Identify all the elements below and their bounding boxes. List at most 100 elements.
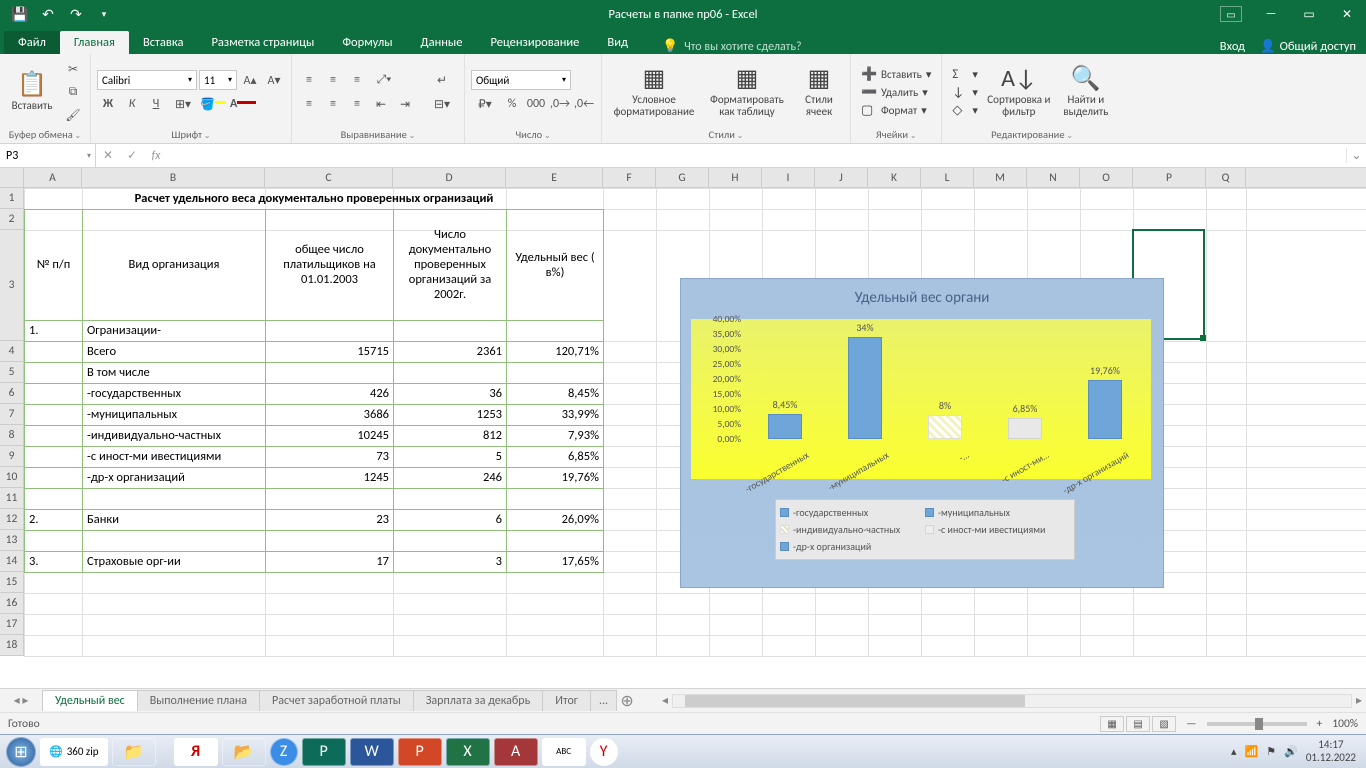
sheet-nav[interactable]: ◂ ▸	[0, 693, 42, 708]
align-bottom-icon[interactable]: ≡	[346, 70, 368, 90]
indent-increase-icon[interactable]: ⇥	[394, 94, 416, 114]
zoom-out-icon[interactable]: —	[1186, 717, 1196, 731]
tray-network-icon[interactable]: 📶	[1245, 745, 1259, 758]
row-header[interactable]: 5	[0, 362, 23, 383]
minimize-icon[interactable]: —	[1252, 0, 1290, 28]
row-header[interactable]: 13	[0, 530, 23, 551]
data-table[interactable]: Расчет удельного веса документально пров…	[24, 188, 604, 573]
ribbon-options-icon[interactable]: ▭	[1220, 6, 1242, 22]
row-header[interactable]: 8	[0, 425, 23, 446]
redo-icon[interactable]: ↷	[64, 3, 88, 25]
column-header[interactable]: B	[82, 168, 265, 187]
orientation-icon[interactable]: ⤢▾	[370, 70, 398, 90]
column-header[interactable]: E	[506, 168, 603, 187]
column-header[interactable]: H	[709, 168, 762, 187]
fx-icon[interactable]: fx	[144, 149, 168, 163]
zoom-slider[interactable]	[1207, 722, 1307, 726]
align-right-icon[interactable]: ≡	[346, 94, 368, 114]
save-icon[interactable]: 💾	[8, 3, 32, 25]
tab-file[interactable]: Файл	[4, 31, 60, 54]
column-header[interactable]: K	[868, 168, 921, 187]
sheet-tab[interactable]: Расчет заработной платы	[259, 690, 414, 711]
decrease-decimal-icon[interactable]: ,0←	[573, 94, 595, 114]
align-left-icon[interactable]: ≡	[298, 94, 320, 114]
fill-color-button[interactable]: 🪣	[199, 94, 227, 114]
taskbar-excel[interactable]: X	[446, 738, 490, 766]
row-header[interactable]: 18	[0, 635, 23, 656]
row-header[interactable]: 17	[0, 614, 23, 635]
restore-icon[interactable]: ▭	[1290, 0, 1328, 28]
column-header[interactable]: P	[1133, 168, 1206, 187]
row-header[interactable]: 6	[0, 383, 23, 404]
column-header[interactable]: Q	[1206, 168, 1246, 187]
cell-styles-button[interactable]: ▦ Стили ячеек	[794, 59, 844, 125]
column-header[interactable]: J	[815, 168, 868, 187]
row-header[interactable]: 2	[0, 209, 23, 230]
taskbar-abc[interactable]: ABC	[542, 738, 586, 766]
start-button[interactable]: ⊞	[6, 737, 36, 767]
sort-filter-button[interactable]: A↓ Сортировка и фильтр	[986, 59, 1052, 125]
tray-sound-icon[interactable]: 🔊	[1284, 745, 1298, 758]
delete-cells-button[interactable]: ➖Удалить ▾	[857, 84, 935, 101]
bold-button[interactable]: Ж	[97, 94, 119, 114]
column-header[interactable]: L	[921, 168, 974, 187]
column-header[interactable]: D	[393, 168, 506, 187]
tray-chevron-icon[interactable]: ▴	[1231, 745, 1237, 758]
tab-view[interactable]: Вид	[593, 31, 642, 54]
taskbar-folder[interactable]: 📂	[222, 738, 266, 766]
indent-decrease-icon[interactable]: ⇤	[370, 94, 392, 114]
expand-formula-bar-icon[interactable]: ⌄	[1346, 148, 1366, 163]
decrease-font-icon[interactable]: A▾	[263, 70, 285, 90]
increase-font-icon[interactable]: A▴	[239, 70, 261, 90]
border-button[interactable]: ⊞▾	[169, 94, 197, 114]
page-break-view-icon[interactable]: ▧	[1152, 716, 1176, 732]
sheet-tab[interactable]: Зарплата за декабрь	[413, 690, 544, 711]
column-header[interactable]: I	[762, 168, 815, 187]
column-header[interactable]: M	[974, 168, 1027, 187]
column-header[interactable]: O	[1080, 168, 1133, 187]
cancel-formula-icon[interactable]: ✕	[96, 148, 120, 163]
row-header[interactable]: 9	[0, 446, 23, 467]
taskbar-yandex[interactable]: Я	[174, 738, 218, 766]
taskbar-ie[interactable]: 🌐360 zip	[40, 738, 108, 766]
cut-icon[interactable]: ✂	[62, 59, 84, 79]
horizontal-scrollbar[interactable]: ◂ ▸	[658, 693, 1366, 708]
row-header[interactable]: 14	[0, 551, 23, 572]
taskbar-word[interactable]: W	[350, 738, 394, 766]
taskbar-publisher[interactable]: P	[302, 738, 346, 766]
row-header[interactable]: 12	[0, 509, 23, 530]
row-header[interactable]: 15	[0, 572, 23, 593]
percent-icon[interactable]: %	[501, 94, 523, 114]
column-header[interactable]: G	[656, 168, 709, 187]
row-header[interactable]: 4	[0, 341, 23, 362]
align-center-icon[interactable]: ≡	[322, 94, 344, 114]
format-cells-button[interactable]: ▢Формат ▾	[857, 102, 935, 119]
tab-data[interactable]: Данные	[407, 31, 477, 54]
sheet-tab-more[interactable]: ...	[590, 690, 617, 711]
taskbar-app1[interactable]: Z	[270, 738, 298, 766]
enter-formula-icon[interactable]: ✓	[120, 148, 144, 163]
underline-button[interactable]: Ч	[145, 94, 167, 114]
wrap-text-icon[interactable]: ↵	[426, 70, 458, 90]
paste-button[interactable]: 📋 Вставить	[6, 59, 58, 125]
column-header[interactable]: A	[24, 168, 82, 187]
fill-button[interactable]: ↓▾	[948, 84, 982, 101]
font-color-button[interactable]: А	[229, 94, 257, 114]
italic-button[interactable]: К	[121, 94, 143, 114]
align-middle-icon[interactable]: ≡	[322, 70, 344, 90]
tell-me-search[interactable]: 💡 Что вы хотите сделать?	[662, 39, 802, 54]
find-select-button[interactable]: 🔍 Найти и выделить	[1056, 59, 1116, 125]
align-top-icon[interactable]: ≡	[298, 70, 320, 90]
taskbar-explorer[interactable]: 📁	[112, 738, 156, 766]
zoom-in-icon[interactable]: +	[1317, 717, 1323, 731]
increase-decimal-icon[interactable]: ,0→	[549, 94, 571, 114]
taskbar-yandex2[interactable]: Y	[590, 738, 618, 766]
tray-clock[interactable]: 14:17 01.12.2022	[1306, 739, 1356, 763]
merge-cells-icon[interactable]: ⊟▾	[426, 94, 458, 114]
format-as-table-button[interactable]: ▦ Форматировать как таблицу	[704, 59, 790, 125]
font-size-combo[interactable]: 11▾	[199, 70, 237, 90]
embedded-chart[interactable]: Удельный вес органи0,00%5,00%10,00%15,00…	[680, 278, 1164, 588]
undo-icon[interactable]: ↶	[36, 3, 60, 25]
new-sheet-button[interactable]: ⊕	[616, 691, 638, 711]
sheet-tab[interactable]: Удельный вес	[42, 690, 138, 711]
